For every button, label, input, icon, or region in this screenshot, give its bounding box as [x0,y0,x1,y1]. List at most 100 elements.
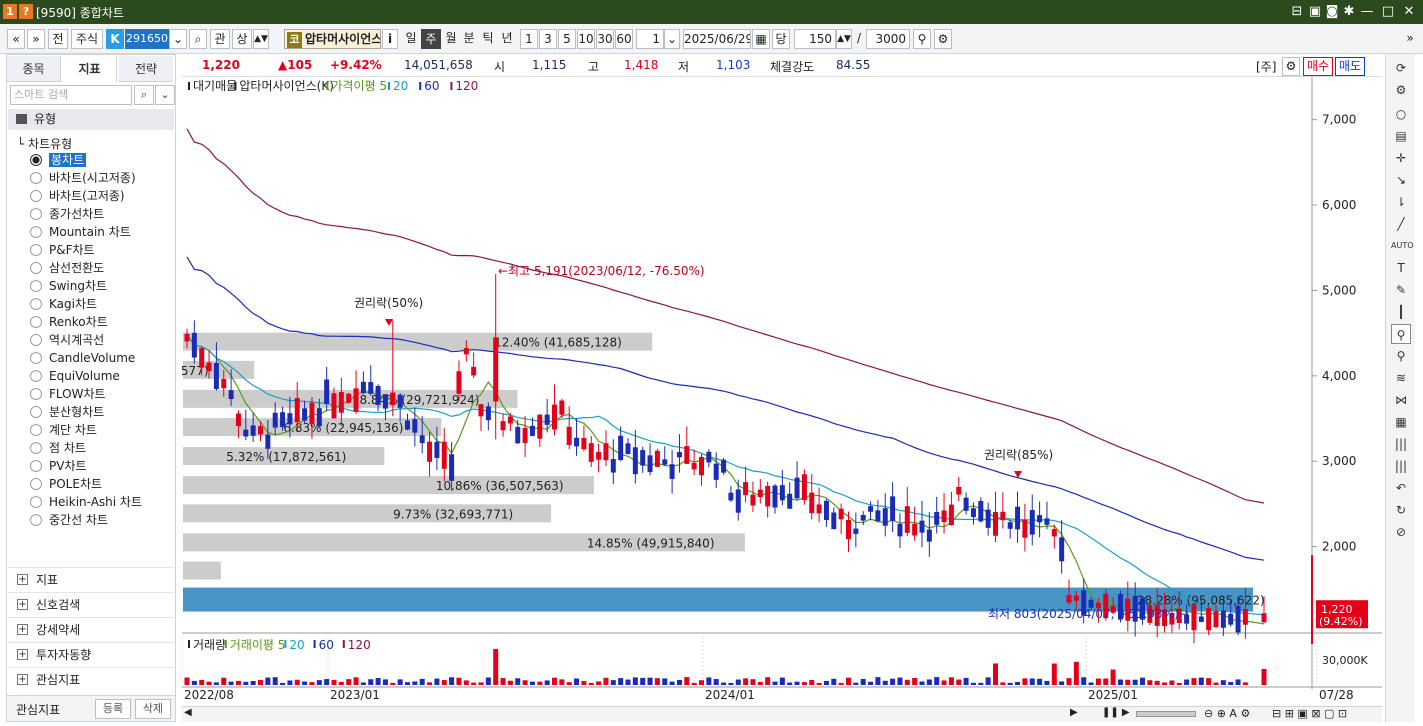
chart-type-option[interactable]: 바차트(고저종) [30,187,125,205]
minimize-icon[interactable]: — [1358,2,1376,21]
chart-type-option[interactable]: Kagi차트 [30,295,97,313]
settings-icon[interactable]: ✱ [1340,2,1358,21]
group-indicator[interactable]: + 지표 [8,567,174,591]
period-tick[interactable]: 틱 [479,29,497,49]
delete-icon[interactable]: ⊘ [1391,522,1411,542]
count-input[interactable]: 1 [636,29,664,49]
layout-buttons-icon[interactable]: ⊟ ⊞ ▣ ⊠ ▢ ⊡ [1272,707,1347,720]
current-button[interactable]: 당 [772,29,790,49]
chart-type-option[interactable]: 봉차트 [30,151,87,169]
chart-type-option[interactable]: 삼선전환도 [30,259,104,277]
chart-type-option[interactable]: 바차트(시고저종) [30,169,136,187]
period-year[interactable]: 년 [497,29,517,49]
chart-type-option[interactable]: POLE차트 [30,475,102,493]
prev-nav-button[interactable]: « [7,29,25,49]
candle-icon[interactable]: ┃ [1391,302,1411,322]
period-day[interactable]: 일 [402,29,420,49]
calendar-icon[interactable]: ▦ [752,29,770,49]
watch-button[interactable]: 관 [210,29,230,49]
undo-icon[interactable]: ↶ [1391,478,1411,498]
period-minute[interactable]: 분 [460,29,478,49]
arrow-icon[interactable]: ⇂ [1391,192,1411,212]
k-icon[interactable]: K [106,29,124,49]
chart-type-option[interactable]: Mountain 차트 [30,223,131,241]
chart-type-option[interactable]: CandleVolume [30,349,135,367]
text-icon[interactable]: T [1391,258,1411,278]
code-input[interactable]: 291650 [125,29,169,49]
interval-3[interactable]: 3 [539,29,557,49]
gear-icon[interactable]: ⚙ [1282,57,1300,76]
scroll-left-icon[interactable]: ◀ [184,707,192,718]
up-button[interactable]: 상 [232,29,252,49]
tab-stock[interactable]: 종목 [7,56,61,82]
chevron-down-icon[interactable]: ⌄ [155,85,175,105]
help-icon[interactable]: ? [19,4,33,19]
stock-name[interactable]: 코 압타머사이언스 [284,29,381,49]
chart-scrollbar[interactable]: ◀ ▶ ❚❚ ▶ ⊖ ⊕ A ⚙ ⊟ ⊞ ▣ ⊠ ▢ ⊡ [182,706,1382,722]
tab-indicator[interactable]: 지표 [63,56,117,82]
line-icon[interactable]: ╱ [1391,214,1411,234]
columns-icon[interactable]: ||| [1391,456,1411,476]
section-type[interactable]: 유형 [8,109,174,130]
delete-button[interactable]: 삭제 [135,699,171,719]
market-select[interactable]: 주식 [71,29,103,49]
close-icon[interactable]: ✕ [1400,2,1418,21]
chart-type-option[interactable]: 분산형차트 [30,403,104,421]
play-icon[interactable]: ❚❚ ▶ [1102,707,1130,718]
zoom-out-icon[interactable]: ⚲ [1391,346,1411,366]
cross-icon[interactable]: ✛ [1391,148,1411,168]
chart-type-option[interactable]: Renko차트 [30,313,108,331]
chart-type-option[interactable]: FLOW차트 [30,385,106,403]
zoom-icon[interactable]: ⚲ [1391,324,1411,344]
group-strength[interactable]: + 강세약세 [8,617,174,641]
link-icon[interactable]: ⊟ [1288,2,1306,21]
info-icon[interactable]: i [382,29,398,49]
trend-icon[interactable]: ↘ [1391,170,1411,190]
tab-strategy[interactable]: 전략 [119,56,173,82]
search-icon[interactable]: ⌕ [189,29,207,49]
pattern-icon[interactable]: ⋈ [1391,390,1411,410]
prev-button[interactable]: 전 [48,29,68,49]
chevron-down-icon[interactable]: ⌄ [664,29,680,49]
camera-icon[interactable]: ◙ [1323,2,1341,21]
zoom-buttons-icon[interactable]: ⊖ ⊕ A ⚙ [1204,707,1250,720]
period-month[interactable]: 월 [442,29,460,49]
bars-input[interactable]: 150 [794,29,836,49]
search-icon[interactable]: ⌕ [134,85,154,105]
chart-type-option[interactable]: Swing차트 [30,277,107,295]
chart-type-option[interactable]: 중간선 차트 [30,511,108,529]
smart-search-input[interactable]: 스마트 검색 [10,85,132,105]
scroll-right-icon[interactable]: ▶ [1070,707,1078,718]
gear-icon[interactable]: ⚙ [1391,80,1411,100]
circle-icon[interactable]: ○ [1391,104,1411,124]
bars-spinner-icon[interactable]: ▲▼ [836,29,852,49]
register-button[interactable]: 등록 [95,699,131,719]
maximize-icon[interactable]: □ [1379,2,1397,21]
chart-icon[interactable]: ▤ [1391,126,1411,146]
auto-icon[interactable]: AUTO [1391,236,1414,256]
group-favorite[interactable]: + 관심지표 [8,667,174,691]
chart-type-option[interactable]: Heikin-Ashi 차트 [30,493,142,511]
gear-icon[interactable]: ⚙ [934,29,952,49]
chart-type-option[interactable]: PV차트 [30,457,87,475]
chart-type-option[interactable]: 점 차트 [30,439,86,457]
redo-icon[interactable]: ↻ [1391,500,1411,520]
sell-button[interactable]: 매도 [1335,57,1365,76]
buy-button[interactable]: 매수 [1303,57,1333,76]
chart-type-option[interactable]: 역시계곡선 [30,331,104,349]
interval-10[interactable]: 10 [577,29,595,49]
group-signal[interactable]: + 신호검색 [8,592,174,616]
total-input[interactable]: 3000 [866,29,910,49]
date-input[interactable]: 2025/06/29 [683,29,751,49]
spinner-icon[interactable]: ▲▼ [253,29,269,49]
fibonacci-icon[interactable]: ≋ [1391,368,1411,388]
expand-icon[interactable]: » [1403,29,1417,49]
interval-1[interactable]: 1 [520,29,538,49]
unit-button[interactable]: [주] [1256,58,1276,75]
grid-icon[interactable]: ▦ [1391,412,1411,432]
zoom-search-icon[interactable]: ⚲ [913,29,931,49]
chart-type-option[interactable]: EquiVolume [30,367,120,385]
refresh-icon[interactable]: ⟳ [1391,58,1411,78]
chevron-down-icon[interactable]: ⌄ [169,29,187,49]
chart-type-option[interactable]: 계단 차트 [30,421,97,439]
